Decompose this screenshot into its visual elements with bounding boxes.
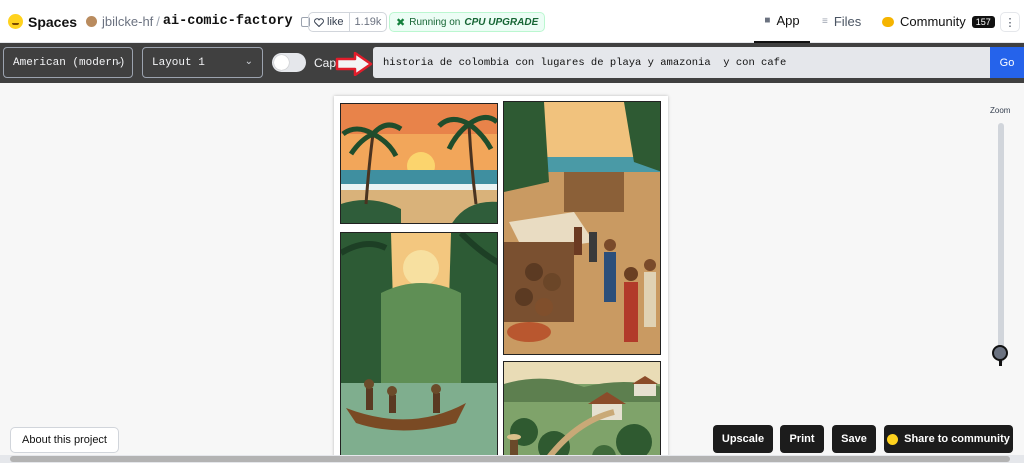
about-project-button[interactable]: About this project [10, 427, 119, 453]
avatar [86, 16, 97, 27]
tab-files[interactable]: ≡ Files [822, 0, 861, 43]
more-menu-button[interactable]: ⋮ [1000, 12, 1020, 32]
share-to-community-button[interactable]: Share to community [884, 425, 1013, 453]
run-icon: ✖ [396, 16, 406, 29]
story-prompt-input[interactable]: historia de colombia con lugares de play… [373, 47, 990, 78]
scrollbar-thumb[interactable] [10, 456, 1010, 462]
like-label: like [327, 16, 344, 28]
files-icon: ≡ [822, 16, 828, 27]
like-button[interactable]: like 1.19k [308, 12, 388, 32]
style-select-value: American (modern) [13, 56, 126, 69]
zoom-slider-track[interactable] [998, 123, 1004, 363]
share-label: Share to community [904, 433, 1010, 445]
community-icon [882, 16, 894, 27]
style-select[interactable]: American (modern) ⌄ [3, 47, 133, 78]
caption-toggle[interactable] [272, 53, 306, 72]
comic-panel-market [503, 101, 661, 355]
like-count: 1.19k [348, 13, 387, 31]
status-prefix: Running on [409, 16, 461, 28]
comic-panel-river-canoe [340, 232, 498, 463]
zoom-label: Zoom [990, 106, 1011, 115]
status-badge[interactable]: ✖ Running on CPU UPGRADE [389, 12, 546, 32]
save-button[interactable]: Save [832, 425, 876, 453]
breadcrumb-separator: / [156, 14, 160, 29]
horizontal-scrollbar[interactable] [0, 455, 1024, 463]
comic-panel-coffee-farm [503, 361, 661, 463]
spaces-header: Spaces jbilcke-hf / ai-comic-factory lik… [0, 0, 1024, 43]
tab-app[interactable]: ■ App [754, 0, 810, 43]
owner-link[interactable]: jbilcke-hf [102, 14, 153, 29]
tab-community[interactable]: Community 157 [882, 0, 995, 43]
chevron-down-icon: ⌄ [244, 56, 253, 67]
print-button[interactable]: Print [780, 425, 824, 453]
layout-select[interactable]: Layout 1 ⌄ [142, 47, 263, 78]
layout-select-value: Layout 1 [152, 56, 205, 69]
repo-breadcrumb: jbilcke-hf / ai-comic-factory [86, 0, 310, 43]
upscale-button[interactable]: Upscale [713, 425, 773, 453]
tab-files-label: Files [833, 14, 862, 29]
status-hardware: CPU UPGRADE [464, 16, 539, 28]
tab-app-label: App [776, 13, 800, 28]
community-count-badge: 157 [971, 15, 995, 28]
heart-icon [314, 17, 324, 27]
repo-name-link[interactable]: ai-comic-factory [163, 14, 293, 29]
spaces-home-link[interactable]: Spaces [8, 0, 77, 43]
tab-community-label: Community [900, 14, 966, 29]
comic-page [334, 96, 668, 463]
go-button[interactable]: Go [990, 47, 1024, 78]
chevron-down-icon: ⌄ [114, 56, 123, 67]
comic-panel-beach-sunset [340, 103, 498, 224]
app-cube-icon: ■ [764, 15, 771, 26]
hugging-face-icon [8, 14, 23, 29]
spaces-label: Spaces [28, 13, 78, 30]
comic-toolbar: American (modern) ⌄ Layout 1 ⌄ Caption h… [0, 43, 1024, 83]
red-arrow-annotation [335, 52, 373, 76]
zoom-slider-pin [999, 359, 1002, 366]
hugging-face-icon [887, 433, 899, 445]
